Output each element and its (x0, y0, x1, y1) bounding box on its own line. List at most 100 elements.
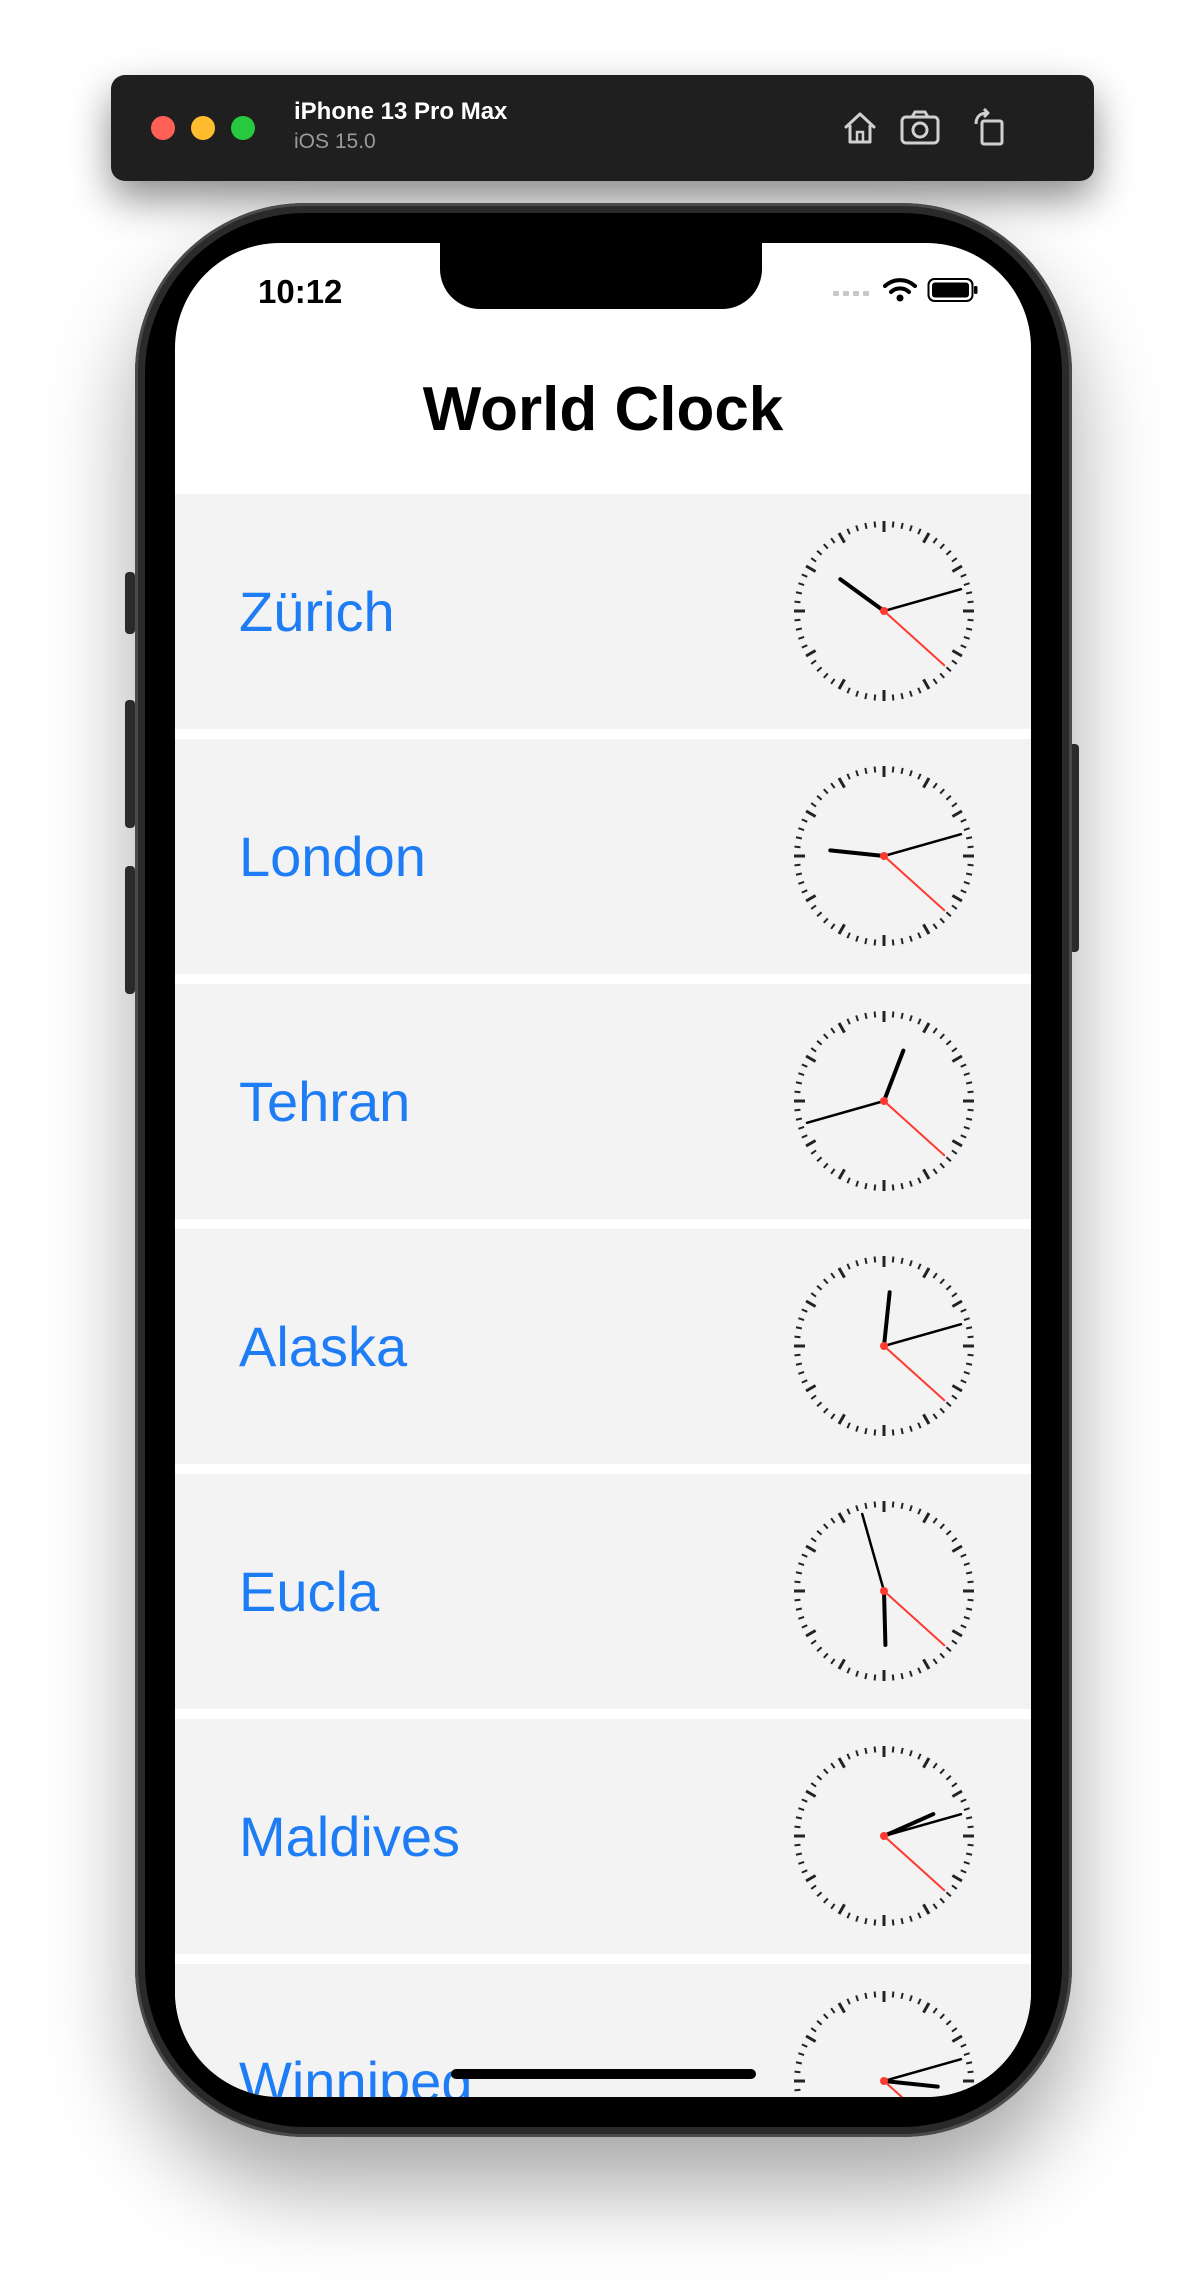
minute-tick (945, 2020, 952, 2026)
minute-tick (960, 573, 967, 578)
minute-tick (873, 766, 877, 773)
clock-center (880, 1587, 888, 1595)
minute-tick (965, 1326, 973, 1330)
hour-tick (922, 1658, 931, 1670)
analog-clock (794, 1256, 974, 1436)
hour-tick (922, 1903, 931, 1915)
hour-tick (922, 777, 931, 789)
minute-tick (945, 1401, 952, 1407)
minute-tick (873, 1746, 877, 1753)
home-icon[interactable] (834, 102, 886, 154)
close-window-button[interactable] (151, 116, 175, 140)
second-hand (883, 855, 946, 912)
minute-tick (798, 582, 805, 586)
minute-tick (932, 678, 938, 685)
minute-tick (945, 1156, 952, 1162)
hour-tick (922, 532, 931, 544)
device-name: iPhone 13 Pro Max (294, 98, 508, 125)
list-item-tehran[interactable]: Tehran (175, 984, 1031, 1219)
hour-tick (805, 2034, 817, 2043)
minute-tick (846, 1018, 851, 1025)
minute-tick (795, 1852, 803, 1856)
screenshot-icon[interactable] (894, 102, 946, 154)
minute-tick (873, 1674, 877, 1681)
second-hand (883, 1590, 946, 1647)
minute-tick (917, 773, 922, 780)
analog-clock (794, 1501, 974, 1681)
list-item-maldives[interactable]: Maldives (175, 1719, 1031, 1954)
hour-tick (951, 894, 963, 903)
rotate-icon[interactable] (964, 102, 1016, 154)
clock-center (880, 607, 888, 615)
minute-tick (965, 627, 973, 631)
minute-tick (939, 1162, 945, 1169)
minute-tick (794, 1580, 801, 1584)
minute-tick (864, 1747, 868, 1755)
zoom-window-button[interactable] (231, 116, 255, 140)
minute-tick (816, 1775, 823, 1781)
minute-tick (873, 1919, 877, 1926)
list-item-zurich[interactable]: Zürich (175, 494, 1031, 729)
minute-tick (963, 1861, 970, 1865)
minute-tick (846, 932, 851, 939)
minute-tick (810, 1884, 817, 1890)
minute-tick (873, 939, 877, 946)
minute-tick (909, 770, 913, 777)
hour-tick (922, 1512, 931, 1524)
analog-clock (794, 1011, 974, 1191)
second-hand (883, 1345, 946, 1402)
minute-tick (855, 1915, 859, 1922)
list-item-eucla[interactable]: Eucla (175, 1474, 1031, 1709)
minute-tick (917, 1912, 922, 1919)
minute-tick (967, 1090, 974, 1094)
hour-tick (805, 1544, 817, 1553)
list-item-alaska[interactable]: Alaska (175, 1229, 1031, 1464)
minute-tick (960, 644, 967, 649)
home-indicator[interactable] (451, 2069, 756, 2079)
second-hand (883, 610, 946, 667)
hour-tick (951, 1299, 963, 1308)
minute-tick (798, 1861, 805, 1865)
minute-tick (823, 1278, 829, 1285)
minute-tick (909, 1015, 913, 1022)
hour-tick (951, 1874, 963, 1883)
minute-tick (909, 1260, 913, 1267)
minute-tick (810, 659, 817, 665)
minute-tick (939, 1523, 945, 1530)
simulator-toolbar: iPhone 13 Pro Max iOS 15.0 (111, 75, 1094, 181)
hour-tick (805, 1054, 817, 1063)
minute-tick (823, 1033, 829, 1040)
hour-tick (805, 1139, 817, 1148)
hour-tick (837, 1413, 846, 1425)
minute-tick (823, 1523, 829, 1530)
minute-tick (963, 1371, 970, 1375)
list-item-london[interactable]: London (175, 739, 1031, 974)
minute-tick (963, 1317, 970, 1321)
minute-tick (965, 1081, 973, 1085)
minute-tick (967, 2088, 974, 2092)
minute-tick (963, 1807, 970, 1811)
minute-tick (830, 1413, 836, 1420)
minute-tick (855, 1180, 859, 1187)
minute-tick (810, 1292, 817, 1298)
city-name: Eucla (239, 1560, 380, 1623)
minimize-window-button[interactable] (191, 116, 215, 140)
minute-tick (830, 1762, 836, 1769)
hour-hand (882, 1589, 888, 1647)
minute-tick (798, 881, 805, 885)
minute-tick (917, 1753, 922, 1760)
hour-tick (951, 2034, 963, 2043)
hour-tick (922, 678, 931, 690)
minute-tick (816, 1156, 823, 1162)
minute-tick (864, 1917, 868, 1925)
hour-tick (837, 1022, 846, 1034)
minute-tick (939, 1407, 945, 1414)
city-name: Zürich (239, 580, 395, 643)
minute-tick (932, 1903, 938, 1910)
minute-tick (967, 1353, 974, 1357)
minute-tick (846, 1508, 851, 1515)
minute-tick (801, 644, 808, 649)
minute-tick (965, 2061, 973, 2065)
minute-tick (917, 687, 922, 694)
wifi-icon (883, 278, 917, 302)
